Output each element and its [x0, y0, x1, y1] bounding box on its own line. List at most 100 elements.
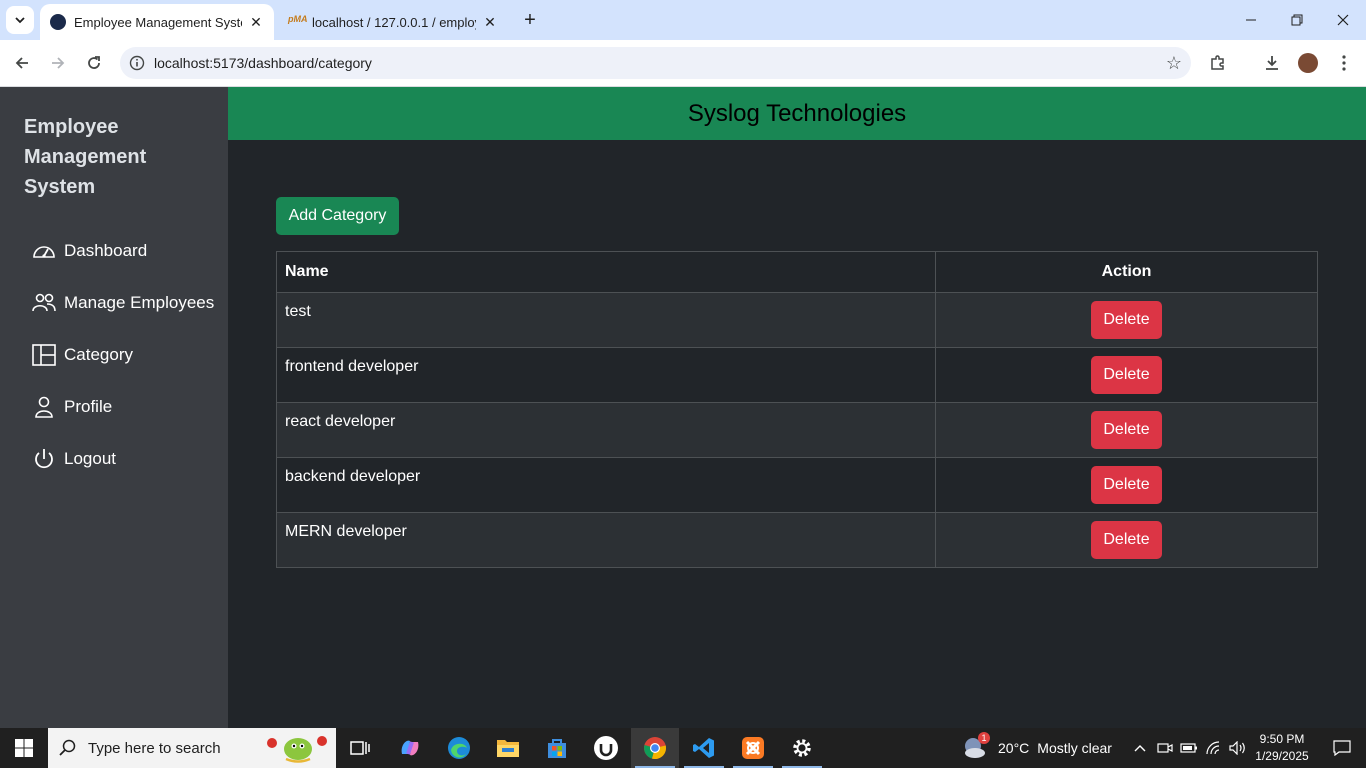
gear-icon	[793, 739, 811, 757]
new-tab-button[interactable]: +	[518, 8, 542, 32]
notifications-button[interactable]	[1318, 728, 1366, 768]
close-tab-icon[interactable]: ✕	[248, 14, 264, 30]
download-icon	[1266, 56, 1278, 70]
reload-icon	[88, 56, 100, 69]
tab-phpmyadmin[interactable]: pMA localhost / 127.0.0.1 / employee ✕	[278, 4, 508, 40]
camera-icon	[1157, 743, 1173, 753]
kebab-menu-icon	[1342, 55, 1346, 71]
tab-title: localhost / 127.0.0.1 / employee	[312, 14, 476, 30]
sidebar-item-label: Category	[64, 345, 133, 364]
store-icon	[548, 739, 566, 758]
settings-app[interactable]	[778, 728, 826, 768]
browser-tab-strip: Employee Management System ✕ pMA localho…	[0, 0, 1366, 40]
category-name-cell: frontend developer	[276, 347, 936, 403]
udemy-icon	[594, 736, 618, 760]
browser-menu-button[interactable]	[1329, 48, 1359, 78]
profile-avatar[interactable]	[1298, 53, 1318, 73]
start-button[interactable]	[0, 728, 48, 768]
table-row: backend developer Delete	[276, 457, 1318, 513]
file-explorer-app[interactable]	[484, 728, 532, 768]
network-button[interactable]	[1203, 728, 1225, 768]
category-name-cell: react developer	[276, 402, 936, 458]
close-tab-icon[interactable]: ✕	[482, 14, 498, 30]
reload-button[interactable]	[79, 48, 109, 78]
table-row: react developer Delete	[276, 402, 1318, 458]
sidebar-item-logout[interactable]: Logout	[32, 444, 116, 474]
sidebar-item-label: Profile	[64, 397, 113, 416]
sidebar-item-dashboard[interactable]: Dashboard	[32, 236, 147, 266]
chrome-icon	[644, 737, 666, 760]
restore-icon	[1291, 14, 1303, 26]
restore-window-button[interactable]	[1274, 0, 1320, 40]
edge-app[interactable]	[435, 728, 483, 768]
phpmyadmin-favicon-icon: pMA	[288, 14, 308, 24]
back-button[interactable]	[7, 48, 37, 78]
folder-icon	[497, 740, 519, 757]
delete-button[interactable]: Delete	[1091, 411, 1162, 449]
meet-now-button[interactable]	[1155, 728, 1175, 768]
clock-date: 1/29/2025	[1255, 749, 1309, 763]
xampp-app[interactable]	[729, 728, 777, 768]
table-row: frontend developer Delete	[276, 347, 1318, 403]
weather-widget[interactable]: 1 20°C Mostly clear	[962, 728, 1112, 768]
microsoft-store-app[interactable]	[533, 728, 581, 768]
tab-title: Employee Management System	[74, 14, 242, 30]
table-row: MERN developer Delete	[276, 512, 1318, 568]
page-header: Syslog Technologies	[228, 87, 1366, 140]
udemy-app[interactable]	[582, 728, 630, 768]
url-text: localhost:5173/dashboard/category	[154, 55, 372, 71]
sidebar-item-profile[interactable]: Profile	[32, 392, 112, 422]
table-row: test Delete	[276, 292, 1318, 348]
chevron-up-icon	[1134, 745, 1146, 752]
copilot-icon	[401, 740, 419, 756]
category-name-cell: MERN developer	[276, 512, 936, 568]
sidebar-item-manage-employees[interactable]: Manage Employees	[32, 288, 214, 318]
copilot-app[interactable]	[386, 728, 434, 768]
taskbar-search-box[interactable]: Type here to search	[48, 728, 336, 768]
battery-button[interactable]	[1178, 728, 1200, 768]
windows-taskbar: Type here to search 1 20°C Mostly clear …	[0, 728, 1366, 768]
columns-icon	[32, 343, 56, 367]
weather-moon-cloud-icon: 1	[962, 732, 990, 761]
action-cell: Delete	[935, 512, 1318, 568]
delete-button[interactable]: Delete	[1091, 356, 1162, 394]
downloads-button[interactable]	[1257, 48, 1287, 78]
weather-condition: Mostly clear	[1037, 740, 1112, 756]
delete-button[interactable]: Delete	[1091, 521, 1162, 559]
puzzle-icon	[1211, 55, 1224, 70]
table-header-row: Name Action	[276, 251, 1318, 293]
snake-search-highlight-icon	[264, 733, 328, 763]
app-favicon-icon	[50, 14, 66, 30]
chrome-app[interactable]	[631, 728, 679, 768]
sidebar-brand[interactable]: Employee Management System	[24, 112, 214, 202]
close-window-button[interactable]	[1320, 0, 1366, 40]
task-view-button[interactable]	[336, 728, 384, 768]
browser-toolbar: localhost:5173/dashboard/category ☆	[0, 40, 1366, 87]
volume-button[interactable]	[1227, 728, 1249, 768]
vscode-app[interactable]	[680, 728, 728, 768]
address-bar[interactable]: localhost:5173/dashboard/category ☆	[120, 47, 1191, 79]
sidebar-item-category[interactable]: Category	[32, 340, 133, 370]
tab-employee-management[interactable]: Employee Management System ✕	[40, 4, 274, 40]
minimize-window-button[interactable]	[1228, 0, 1274, 40]
add-category-button[interactable]: Add Category	[276, 197, 399, 235]
extensions-button[interactable]	[1203, 48, 1233, 78]
delete-button[interactable]: Delete	[1091, 301, 1162, 339]
category-table: Name Action test Delete frontend develop…	[276, 251, 1318, 568]
bookmark-star-icon[interactable]: ☆	[1157, 53, 1191, 74]
weather-temperature: 20°C	[998, 740, 1030, 756]
site-info-icon[interactable]	[120, 55, 154, 71]
show-hidden-icons-button[interactable]	[1130, 728, 1150, 768]
arrow-right-icon	[52, 57, 65, 69]
tab-search-button[interactable]	[6, 6, 34, 34]
forward-button[interactable]	[43, 48, 73, 78]
action-cell: Delete	[935, 292, 1318, 348]
page-title: Syslog Technologies	[687, 99, 907, 127]
edge-icon	[448, 737, 470, 759]
taskbar-clock[interactable]: 9:50 PM 1/29/2025	[1250, 731, 1314, 765]
arrow-left-icon	[15, 57, 28, 69]
category-name-cell: backend developer	[276, 457, 936, 513]
delete-button[interactable]: Delete	[1091, 466, 1162, 504]
power-icon	[32, 447, 56, 471]
task-view-icon	[350, 741, 370, 755]
